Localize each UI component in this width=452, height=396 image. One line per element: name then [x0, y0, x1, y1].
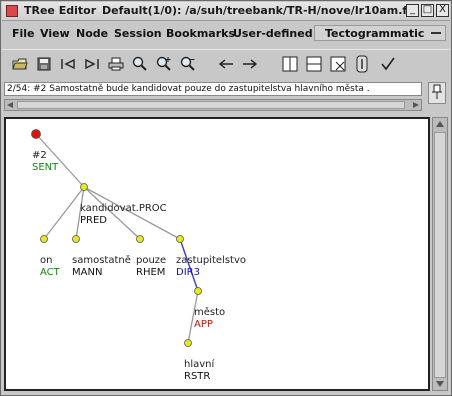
node-label-pred: kandidovat.PROC [80, 203, 167, 214]
title-bar[interactable]: TRee Editor Default(1/0): /a/suh/treeban… [2, 2, 450, 21]
close-button[interactable]: X [436, 4, 449, 17]
node-label-hlavni: hlavní [184, 358, 216, 370]
zoom-out-icon[interactable] [178, 54, 198, 74]
close-view-icon[interactable] [328, 54, 348, 74]
tree-edge-pred-on [43, 186, 85, 240]
node-label-root: #2 [32, 150, 47, 161]
tree-canvas[interactable]: #2 SENT kandidovat.PROC PRED on ACT samostatně… [4, 117, 430, 391]
node-label-samostatne: samostatně [72, 254, 131, 266]
tree-node-root[interactable] [31, 129, 41, 139]
file-title: Default(1/0): /a/suh/treebank/TR-H/nove/… [102, 4, 414, 17]
horizontal-scroll-thumb[interactable] [17, 101, 405, 109]
mode-selector[interactable]: Tectogrammatic [314, 25, 446, 41]
node-func-root: SENT [32, 162, 59, 173]
dependency-tree[interactable]: #2SENT kandidovat.PROCPRED onACT samostatně… [6, 119, 428, 389]
node-func-pouze: RHEM [136, 267, 165, 278]
vertical-scroll-thumb[interactable] [434, 132, 446, 378]
vertical-scrollbar[interactable] [432, 117, 448, 391]
tree-node-on[interactable] [40, 235, 48, 243]
mode-dropdown-icon [431, 32, 441, 34]
fit-icon[interactable] [352, 54, 372, 74]
scroll-left-icon[interactable] [7, 102, 13, 108]
node-func-zastupitelstvo: DIR3 [176, 267, 200, 278]
app-icon [6, 5, 18, 17]
print-icon[interactable] [106, 54, 126, 74]
horizontal-scrollbar[interactable] [4, 99, 422, 111]
menu-bookmarks[interactable]: Bookmarks [166, 27, 235, 40]
menu-file[interactable]: File [12, 27, 35, 40]
menu-user-defined[interactable]: User-defined [233, 27, 313, 40]
node-label-mesto: město [194, 306, 225, 318]
tree-node-mesto[interactable] [194, 287, 202, 295]
toolbar [2, 49, 450, 78]
previous-arrow-icon[interactable] [216, 54, 236, 74]
pin-icon[interactable] [428, 82, 446, 104]
split-horizontal-icon[interactable] [304, 54, 324, 74]
menu-session[interactable]: Session [114, 27, 162, 40]
open-icon[interactable] [10, 54, 30, 74]
tree-node-hlavni[interactable] [184, 339, 192, 347]
sentence-text[interactable]: 2/54: #2 Samostatně bude kandidovat pouz… [4, 82, 422, 96]
zoom-icon[interactable] [130, 54, 150, 74]
node-func-on: ACT [40, 267, 61, 278]
sentence-bar: 2/54: #2 Samostatně bude kandidovat pouz… [2, 80, 450, 114]
save-icon[interactable] [34, 54, 54, 74]
split-vertical-icon[interactable] [280, 54, 300, 74]
zoom-in-icon[interactable] [154, 54, 174, 74]
last-tree-icon[interactable] [82, 54, 102, 74]
tree-node-samostatne[interactable] [72, 235, 80, 243]
minimize-button[interactable]: _ [406, 4, 419, 17]
node-func-hlavni: RSTR [184, 371, 210, 382]
scroll-right-icon[interactable] [413, 102, 419, 108]
maximize-button[interactable]: □ [421, 4, 434, 17]
node-label-zastupitelstvo: zastupitelstvo [176, 255, 246, 266]
node-func-pred: PRED [80, 215, 107, 226]
tree-editor-window: TRee Editor Default(1/0): /a/suh/treeban… [0, 0, 452, 396]
tree-node-pred[interactable] [80, 183, 88, 191]
tree-node-zastupitelstvo[interactable] [176, 235, 184, 243]
menu-bar: File View Node Session Bookmarks User-de… [2, 22, 450, 44]
check-icon[interactable] [378, 54, 398, 74]
node-func-samostatne: MANN [72, 267, 102, 278]
node-label-pouze: pouze [136, 255, 166, 266]
node-func-mesto: APP [194, 319, 213, 330]
menu-node[interactable]: Node [76, 27, 108, 40]
tree-node-pouze[interactable] [136, 235, 144, 243]
node-label-on: on [40, 255, 52, 266]
app-title: TRee Editor [24, 4, 97, 17]
next-arrow-icon[interactable] [240, 54, 260, 74]
mode-label: Tectogrammatic [325, 27, 425, 40]
first-tree-icon[interactable] [58, 54, 78, 74]
scroll-down-icon[interactable] [436, 381, 444, 387]
scroll-up-icon[interactable] [436, 121, 444, 127]
menu-view[interactable]: View [40, 27, 70, 40]
